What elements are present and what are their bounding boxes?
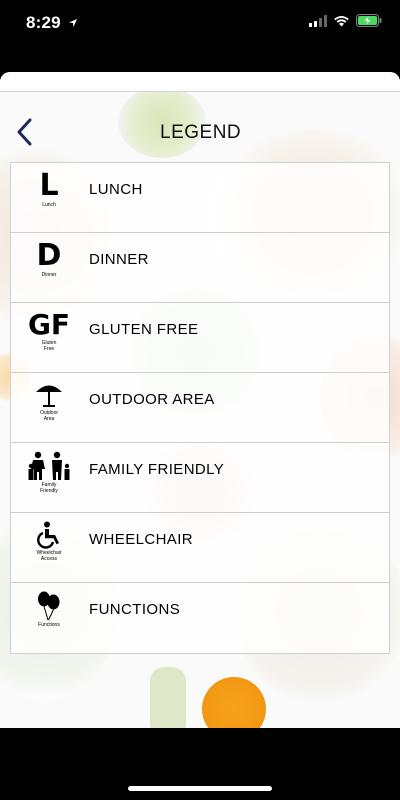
status-indicators bbox=[309, 14, 382, 32]
legend-sheet: LEGEND L Lunch LUNCH D Dinner DINNER GF … bbox=[0, 72, 400, 728]
legend-list: L Lunch LUNCH D Dinner DINNER GF Gluten … bbox=[10, 162, 390, 654]
lunch-caption: Lunch bbox=[42, 202, 56, 208]
legend-item-lunch[interactable]: L Lunch LUNCH bbox=[11, 163, 389, 233]
sheet-top-strip bbox=[0, 72, 400, 92]
legend-item-label: LUNCH bbox=[89, 181, 143, 198]
status-time: 8:29 bbox=[26, 13, 61, 32]
balloons-graphic bbox=[38, 591, 60, 621]
family-graphic bbox=[28, 451, 70, 480]
umbrella-graphic bbox=[36, 385, 62, 407]
balloons-icon: Functions bbox=[23, 591, 75, 647]
outdoor-area-caption: Outdoor Area bbox=[39, 410, 59, 422]
chevron-left-icon bbox=[17, 118, 32, 146]
gluten-free-symbol: GF bbox=[27, 308, 71, 341]
legend-item-wheelchair[interactable]: Wheelchair Access WHEELCHAIR bbox=[11, 513, 389, 583]
legend-item-outdoor-area[interactable]: Outdoor Area OUTDOOR AREA bbox=[11, 373, 389, 443]
family-friendly-caption: Family Friendly bbox=[40, 482, 58, 494]
dinner-symbol: D bbox=[36, 238, 62, 273]
cellular-signal-icon bbox=[309, 14, 327, 32]
legend-item-label: OUTDOOR AREA bbox=[89, 391, 215, 408]
legend-item-functions[interactable]: Functions FUNCTIONS bbox=[11, 583, 389, 653]
umbrella-icon: Outdoor Area bbox=[23, 381, 75, 437]
dinner-caption: Dinner bbox=[41, 272, 57, 278]
page-title: LEGEND bbox=[160, 122, 242, 143]
functions-caption: Functions bbox=[38, 622, 60, 628]
legend-item-family-friendly[interactable]: Family Friendly FAMILY FRIENDLY bbox=[11, 443, 389, 513]
gluten-free-icon: GF Gluten Free bbox=[23, 311, 75, 367]
wheelchair-caption: Wheelchair Access bbox=[36, 550, 62, 562]
status-bar: 8:29 bbox=[0, 0, 400, 44]
legend-item-dinner[interactable]: D Dinner DINNER bbox=[11, 233, 389, 303]
legend-item-label: DINNER bbox=[89, 251, 149, 268]
legend-item-label: FAMILY FRIENDLY bbox=[89, 461, 225, 478]
legend-item-label: FUNCTIONS bbox=[89, 601, 181, 618]
back-button[interactable] bbox=[12, 114, 38, 150]
legend-item-label: GLUTEN FREE bbox=[89, 321, 199, 338]
lunch-symbol: L bbox=[39, 168, 59, 203]
gluten-free-caption: Gluten Free bbox=[41, 340, 57, 352]
wheelchair-graphic bbox=[37, 521, 59, 549]
battery-charging-icon bbox=[356, 14, 382, 32]
lunch-icon: L Lunch bbox=[23, 171, 75, 227]
wheelchair-icon: Wheelchair Access bbox=[23, 521, 75, 577]
dinner-icon: D Dinner bbox=[23, 241, 75, 297]
legend-item-label: WHEELCHAIR bbox=[89, 531, 194, 548]
home-indicator[interactable] bbox=[128, 786, 272, 791]
family-icon: Family Friendly bbox=[23, 451, 75, 507]
location-arrow-icon bbox=[68, 15, 78, 33]
legend-item-gluten-free[interactable]: GF Gluten Free GLUTEN FREE bbox=[11, 303, 389, 373]
wifi-icon bbox=[333, 14, 350, 32]
